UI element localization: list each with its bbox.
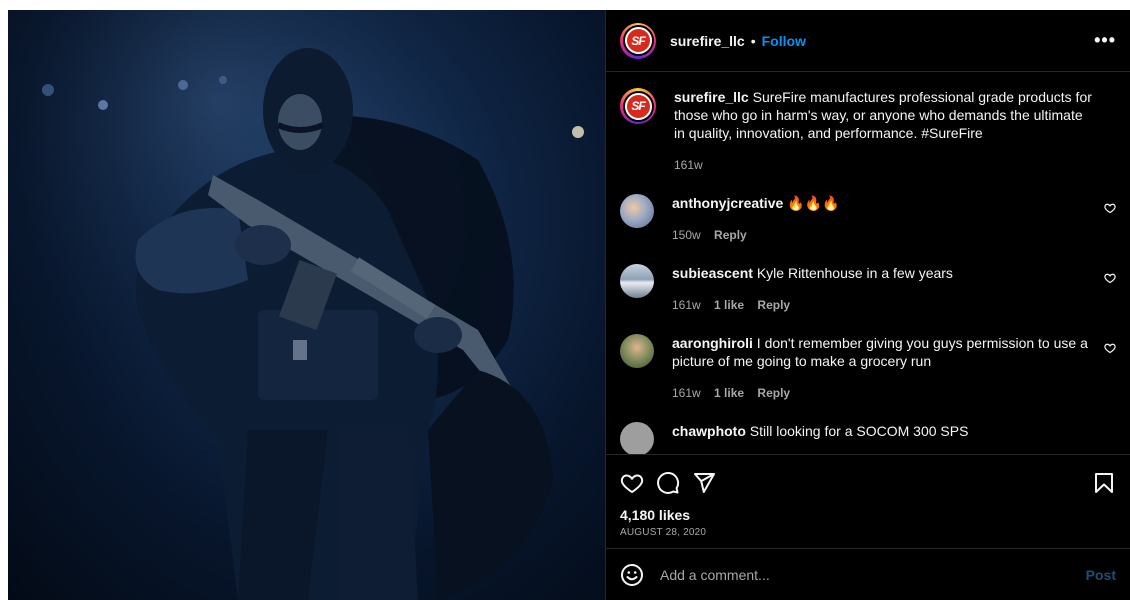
comment-username[interactable]: anthonyjcreative xyxy=(672,195,783,211)
comment-age[interactable]: 161w xyxy=(672,386,701,400)
smiley-icon[interactable] xyxy=(620,563,644,587)
reply-button[interactable]: Reply xyxy=(757,298,790,312)
post-caption: SF surefire_llc SureFire manufactures pr… xyxy=(620,88,1116,174)
surefire-logo: SF xyxy=(624,27,652,54)
follow-button[interactable]: Follow xyxy=(762,33,806,49)
heart-icon[interactable] xyxy=(620,471,644,495)
comment-username[interactable]: subieascent xyxy=(672,265,753,281)
surefire-logo: SF xyxy=(624,92,652,120)
soldier-photo xyxy=(8,10,605,600)
paper-plane-icon[interactable] xyxy=(692,471,716,495)
post-image[interactable] xyxy=(8,10,605,600)
author-username[interactable]: surefire_llc xyxy=(670,33,745,49)
bookmark-icon[interactable] xyxy=(1092,471,1116,495)
comment-age[interactable]: 161w xyxy=(672,298,701,312)
comment-input[interactable] xyxy=(660,566,1086,583)
comment-text: 🔥🔥🔥 xyxy=(787,195,840,211)
comment-like-heart-icon[interactable] xyxy=(1104,202,1116,214)
comment-item: subieascent Kyle Rittenhouse in a few ye… xyxy=(620,264,1116,314)
commenter-avatar[interactable] xyxy=(620,264,654,298)
post-modal: SF surefire_llc • Follow ••• SF surefire… xyxy=(8,10,1130,600)
post-header: SF surefire_llc • Follow ••• xyxy=(606,10,1130,72)
caption-username[interactable]: surefire_llc xyxy=(674,89,749,105)
comment-text: Still looking for a SOCOM 300 SPS xyxy=(749,423,969,439)
comment-text: Kyle Rittenhouse in a few years xyxy=(756,265,953,281)
post-actions: 4,180 likes AUGUST 28, 2020 xyxy=(606,454,1130,548)
commenter-avatar[interactable] xyxy=(620,422,654,454)
reply-button[interactable]: Reply xyxy=(757,386,790,400)
comment-like-heart-icon[interactable] xyxy=(1104,342,1116,354)
post-side-panel: SF surefire_llc • Follow ••• SF surefire… xyxy=(605,10,1130,600)
comment-username[interactable]: chawphoto xyxy=(672,423,746,439)
comment-item: aaronghiroli I don't remember giving you… xyxy=(620,334,1116,402)
caption-age[interactable]: 161w xyxy=(674,158,703,172)
comment-item-partial: chawphoto Still looking for a SOCOM 300 … xyxy=(620,422,1116,454)
post-date[interactable]: AUGUST 28, 2020 xyxy=(620,527,1116,538)
post-comment-button[interactable]: Post xyxy=(1086,567,1116,583)
commenter-avatar[interactable] xyxy=(620,334,654,368)
caption-avatar[interactable]: SF xyxy=(620,88,656,124)
comment-like-heart-icon[interactable] xyxy=(1104,272,1116,284)
comment-item: anthonyjcreative 🔥🔥🔥 150w Reply xyxy=(620,194,1116,244)
comments-list[interactable]: SF surefire_llc SureFire manufactures pr… xyxy=(606,72,1130,454)
comment-composer: Post xyxy=(606,548,1130,600)
commenter-avatar[interactable] xyxy=(620,194,654,228)
comment-age[interactable]: 150w xyxy=(672,228,701,242)
separator-dot: • xyxy=(750,32,756,49)
like-count[interactable]: 4,180 likes xyxy=(620,507,1116,523)
reply-button[interactable]: Reply xyxy=(714,228,747,242)
comment-like-count[interactable]: 1 like xyxy=(714,386,744,400)
more-options-icon[interactable]: ••• xyxy=(1094,30,1116,51)
comment-username[interactable]: aaronghiroli xyxy=(672,335,753,351)
author-avatar[interactable]: SF xyxy=(620,22,656,59)
comment-like-count[interactable]: 1 like xyxy=(714,298,744,312)
comment-bubble-icon[interactable] xyxy=(656,471,680,495)
